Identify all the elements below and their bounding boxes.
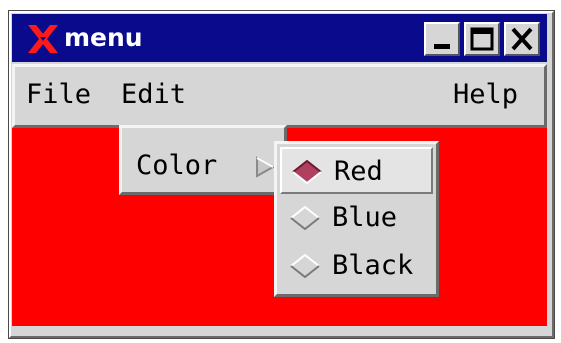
- close-icon: [511, 27, 533, 51]
- minimize-icon: [434, 44, 450, 49]
- color-submenu: Red Blue Black: [274, 141, 439, 297]
- submenu-item-blue[interactable]: Blue: [280, 195, 433, 242]
- close-button[interactable]: [504, 22, 540, 56]
- maximize-icon: [470, 27, 494, 51]
- submenu-label-blue: Blue: [332, 202, 398, 233]
- submenu-item-red[interactable]: Red: [280, 147, 433, 194]
- cascade-arrow-icon: [256, 156, 275, 178]
- submenu-label-red: Red: [334, 156, 383, 187]
- menu-bar: File Edit Help: [12, 64, 547, 128]
- radio-selected-icon: [292, 160, 322, 184]
- minimize-button[interactable]: [424, 22, 460, 56]
- x-logo-icon: [28, 25, 58, 53]
- radio-unselected-icon: [290, 254, 320, 278]
- window-title: menu: [64, 23, 143, 52]
- menu-file[interactable]: File: [26, 77, 91, 113]
- submenu-item-black[interactable]: Black: [280, 243, 433, 290]
- title-bar[interactable]: menu: [12, 14, 547, 62]
- edit-menu-dropdown: Color: [119, 125, 287, 195]
- menu-help[interactable]: Help: [453, 77, 518, 113]
- radio-unselected-icon: [290, 206, 320, 230]
- maximize-button[interactable]: [464, 22, 500, 56]
- submenu-label-black: Black: [332, 250, 414, 281]
- menu-edit[interactable]: Edit: [121, 77, 186, 113]
- menu-item-color[interactable]: Color: [136, 148, 217, 184]
